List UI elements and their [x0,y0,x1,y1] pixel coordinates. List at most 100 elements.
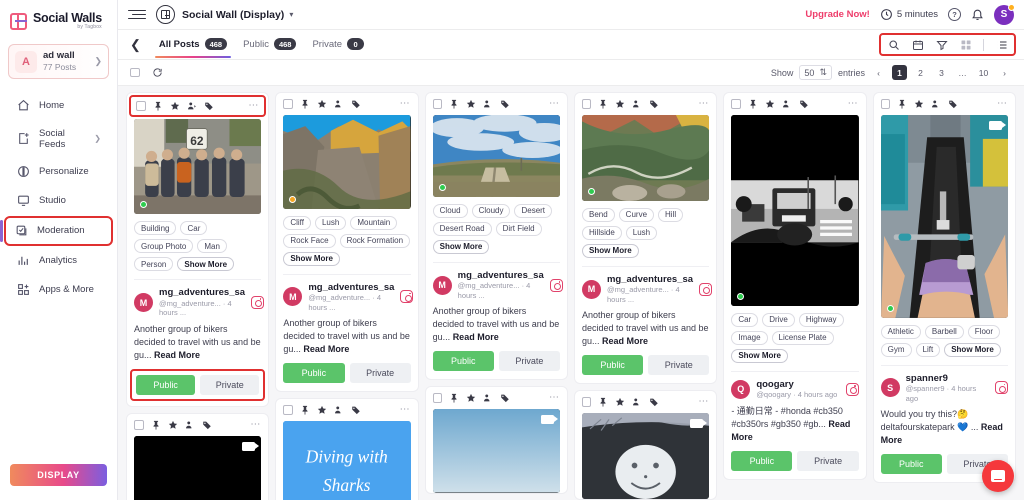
show-more-tags-button[interactable]: Show More [581,243,639,258]
tag[interactable]: Hill [658,207,684,222]
star-icon[interactable] [317,99,327,109]
help-icon[interactable]: ? [948,8,961,21]
post-card[interactable]: ⋯ Cliff Lush Mountain Rock Face Rock For… [275,92,419,393]
tag[interactable]: Cliff [283,215,311,230]
post-media[interactable] [432,115,560,197]
wall-layout-icon[interactable] [156,5,175,24]
tag-icon[interactable] [351,405,361,415]
pin-icon[interactable] [153,101,163,111]
more-icon[interactable]: ⋯ [250,419,261,429]
tag[interactable]: Car [180,221,208,236]
person-tag-icon[interactable] [632,99,642,109]
star-icon[interactable] [170,101,180,111]
post-media[interactable] [581,413,710,500]
post-card[interactable]: ⋯ Crashed in cider [126,412,270,500]
star-icon[interactable] [168,420,178,430]
page-button-2[interactable]: 2 [913,65,928,80]
post-select-checkbox[interactable] [283,99,293,109]
tag-icon[interactable] [500,393,510,403]
tag[interactable]: Barbell [924,324,964,339]
tag-icon[interactable] [202,420,212,430]
person-tag-icon[interactable] [334,405,344,415]
notifications-bell-icon[interactable] [971,8,984,21]
private-button[interactable]: Private [349,363,411,384]
star-icon[interactable] [466,99,476,109]
more-icon[interactable]: ⋯ [248,101,259,111]
person-tag-icon[interactable] [483,393,493,403]
pin-icon[interactable] [449,99,459,109]
more-icon[interactable]: ⋯ [549,393,560,403]
calendar-icon[interactable] [911,38,924,51]
sidebar-item-studio[interactable]: Studio [6,187,111,215]
tag[interactable]: Group Photo [134,239,194,254]
person-tag-icon[interactable] [632,397,642,407]
read-more-link[interactable]: Read More [602,336,648,346]
more-icon[interactable]: ⋯ [698,397,709,407]
read-more-link[interactable]: Read More [303,344,349,354]
tag-icon[interactable] [948,99,958,109]
star-icon[interactable] [317,405,327,415]
post-card[interactable]: ⋯ [723,92,867,480]
prev-page-button[interactable]: ‹ [871,65,886,80]
tag[interactable]: Athletic [880,324,921,339]
public-button[interactable]: Public [432,351,494,372]
tag[interactable]: Dirt Field [495,221,542,236]
post-card[interactable]: ⋯ [573,390,718,500]
star-icon[interactable] [615,397,625,407]
tag[interactable]: Man [197,239,227,254]
post-select-checkbox[interactable] [432,99,443,109]
star-icon[interactable] [914,99,924,109]
public-button[interactable]: Public [731,450,793,471]
tag-icon[interactable] [204,101,214,111]
next-page-button[interactable]: › [997,65,1012,80]
refresh-icon[interactable] [152,67,163,78]
tab-all-posts[interactable]: All Posts 468 [151,31,235,59]
post-card[interactable]: ⋯ 62 Building Car Group Photo Man Person… [126,92,270,407]
private-button[interactable]: Private [200,374,260,395]
tag[interactable]: Mountain [350,215,398,230]
tag[interactable]: Curve [618,207,655,222]
show-more-tags-button[interactable]: Show More [944,342,1001,357]
tag[interactable]: Lift [915,342,941,357]
public-button[interactable]: Public [581,355,644,376]
post-select-checkbox[interactable] [432,393,443,403]
tag-icon[interactable] [649,397,659,407]
post-media[interactable] [731,115,859,306]
pin-icon[interactable] [598,397,608,408]
person-tag-icon[interactable] [782,99,792,109]
post-select-checkbox[interactable] [283,405,293,415]
tag[interactable]: Lush [625,225,658,240]
public-button[interactable]: Public [136,374,196,395]
tag[interactable]: Drive [762,312,795,327]
tag[interactable]: Person [134,257,174,272]
person-tag-icon[interactable] [931,99,941,109]
sidebar-item-analytics[interactable]: Analytics [6,247,111,275]
tag[interactable]: Building [134,221,177,236]
more-icon[interactable]: ⋯ [997,99,1008,109]
filter-icon[interactable] [935,38,948,51]
tag[interactable]: Image [731,330,768,345]
tag[interactable]: Rock Face [283,233,336,248]
post-select-checkbox[interactable] [880,99,891,109]
public-button[interactable]: Public [880,454,942,475]
grid-view-icon[interactable] [959,38,972,51]
tag[interactable]: Cloud [432,203,468,218]
private-button[interactable]: Private [648,355,710,376]
tag[interactable]: Desert [514,203,553,218]
page-button-1[interactable]: 1 [892,65,907,80]
post-media[interactable] [283,115,411,209]
more-icon[interactable]: ⋯ [549,99,560,109]
tag[interactable]: Cloudy [471,203,511,218]
sidebar-item-social-feeds[interactable]: Social Feeds ❯ [6,121,111,157]
post-card[interactable]: ⋯ Bend Curve Hill Hillside Lush Show Mor… [573,92,718,385]
show-more-tags-button[interactable]: Show More [177,257,235,272]
star-icon[interactable] [765,99,775,109]
display-button[interactable]: DISPLAY [10,464,107,486]
select-all-checkbox[interactable] [130,67,140,78]
sidebar-item-personalize[interactable]: Personalize [6,158,111,186]
more-icon[interactable]: ⋯ [698,99,709,109]
wall-selector[interactable]: A ad wall 77 Posts ❯ [8,44,109,79]
post-media[interactable] [880,115,1008,318]
more-icon[interactable]: ⋯ [400,405,411,415]
more-icon[interactable]: ⋯ [400,99,411,109]
